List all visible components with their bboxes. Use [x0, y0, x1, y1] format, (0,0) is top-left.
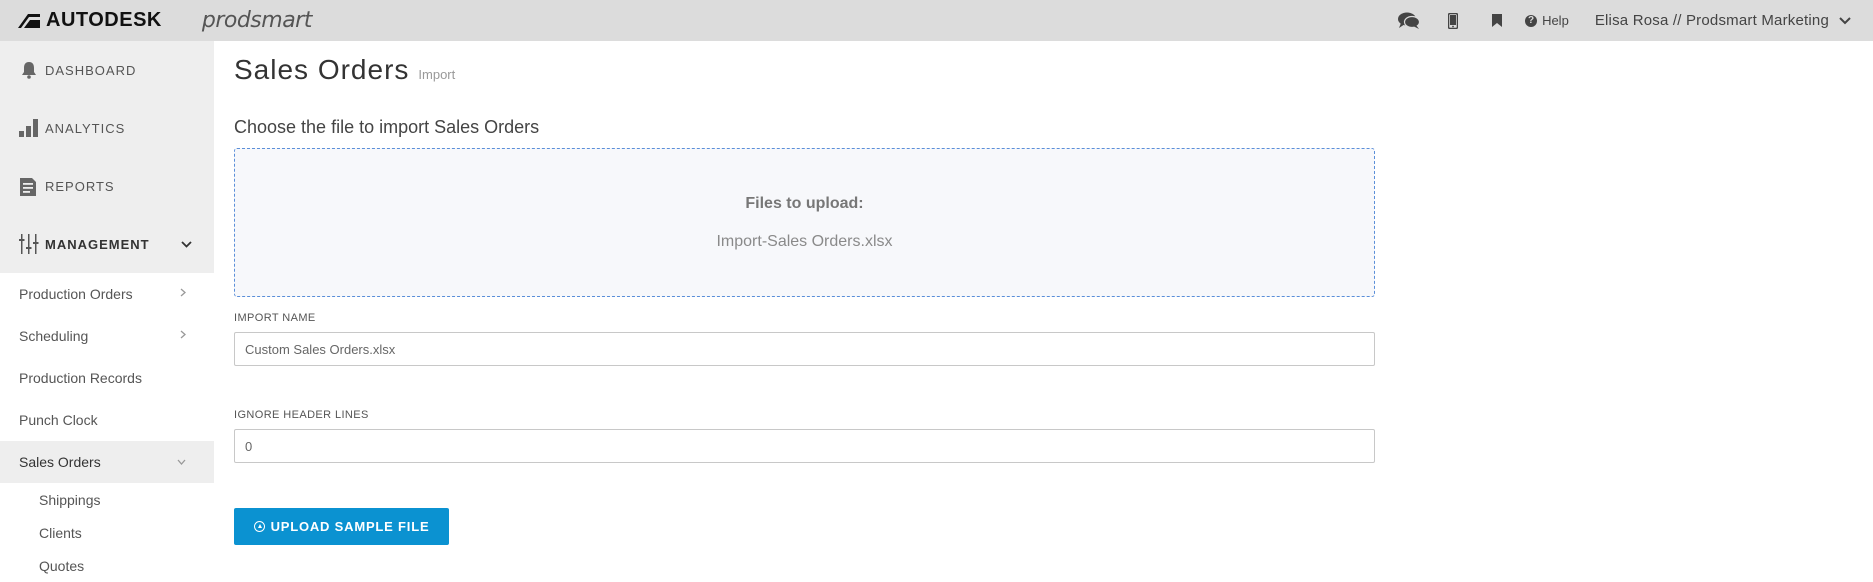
sidebar-item-management[interactable]: MANAGEMENT — [0, 215, 214, 273]
sidebar-item-label: Quotes — [39, 557, 85, 574]
chevron-down-icon — [1839, 12, 1851, 29]
sidebar-item-shippings[interactable]: Shippings — [0, 483, 214, 516]
ignore-header-lines-label: IGNORE HEADER LINES — [234, 409, 369, 421]
sidebar-item-label: MANAGEMENT — [45, 236, 150, 252]
sidebar: DASHBOARD ANALYTICS REPORTS MANAGEMENT P… — [0, 41, 214, 574]
chevron-right-icon — [180, 288, 186, 300]
upload-button-label: UPLOAD SAMPLE FILE — [270, 519, 430, 534]
top-bar: AUTODESK prodsmart ? Help Elisa Rosa // … — [0, 0, 1873, 41]
upload-sample-file-button[interactable]: UPLOAD SAMPLE FILE — [234, 508, 449, 545]
brand-name: AUTODESK — [46, 9, 162, 31]
sidebar-item-dashboard[interactable]: DASHBOARD — [0, 41, 214, 99]
sidebar-item-production-records[interactable]: Production Records — [0, 357, 214, 399]
chevron-right-icon — [180, 330, 186, 342]
sidebar-item-punch-clock[interactable]: Punch Clock — [0, 399, 214, 441]
sidebar-item-label: Production Orders — [19, 286, 133, 302]
bookmark-icon[interactable] — [1475, 0, 1519, 41]
sidebar-item-reports[interactable]: REPORTS — [0, 157, 214, 215]
sidebar-item-sales-orders[interactable]: Sales Orders — [0, 441, 214, 483]
mobile-icon[interactable] — [1431, 0, 1475, 41]
bell-icon — [19, 60, 39, 80]
top-right-menu: ? Help Elisa Rosa // Prodsmart Marketing — [1387, 0, 1851, 41]
sidebar-item-clients[interactable]: Clients — [0, 516, 214, 549]
dropzone-title: Files to upload: — [745, 194, 864, 212]
sidebar-item-label: ANALYTICS — [45, 120, 126, 136]
ignore-header-lines-input[interactable] — [234, 429, 1375, 463]
help-label: Help — [1542, 13, 1569, 28]
bar-chart-icon — [19, 118, 39, 138]
chat-icon[interactable] — [1387, 0, 1431, 41]
help-icon: ? — [1525, 14, 1538, 27]
help-link[interactable]: ? Help — [1525, 13, 1569, 28]
sidebar-item-quotes[interactable]: Quotes — [0, 549, 214, 582]
import-name-input[interactable] — [234, 332, 1375, 366]
upload-icon — [253, 521, 265, 532]
section-title: Choose the file to import Sales Orders — [234, 117, 540, 137]
dropzone-file-name: Import-Sales Orders.xlsx — [716, 232, 893, 250]
sidebar-item-label: Shippings — [39, 491, 101, 508]
chevron-down-icon — [181, 235, 192, 253]
sidebar-item-scheduling[interactable]: Scheduling — [0, 315, 214, 357]
main-content: Sales Orders Import Choose the file to i… — [234, 41, 1375, 545]
sidebar-item-label: Punch Clock — [19, 412, 98, 428]
sidebar-item-label: REPORTS — [45, 178, 115, 194]
product-name[interactable]: prodsmart — [202, 8, 312, 33]
user-menu[interactable]: Elisa Rosa // Prodsmart Marketing — [1595, 12, 1851, 29]
file-dropzone[interactable]: Files to upload: Import-Sales Orders.xls… — [234, 148, 1375, 297]
sidebar-item-production-orders[interactable]: Production Orders — [0, 273, 214, 315]
page-title: Sales Orders — [234, 54, 410, 85]
sidebar-item-label: Scheduling — [19, 328, 89, 344]
import-name-label: IMPORT NAME — [234, 312, 316, 324]
sidebar-item-label: Clients — [39, 524, 82, 541]
page-subtitle: Import — [418, 67, 456, 82]
user-label: Elisa Rosa // Prodsmart Marketing — [1594, 12, 1829, 29]
chevron-down-icon — [177, 456, 186, 468]
page-header: Sales Orders Import — [234, 54, 1375, 86]
sidebar-item-label: Sales Orders — [19, 454, 101, 470]
sidebar-item-label: DASHBOARD — [45, 62, 137, 78]
brand[interactable]: AUTODESK — [18, 9, 162, 32]
document-icon — [19, 176, 39, 196]
sidebar-item-label: Production Records — [19, 370, 142, 386]
autodesk-logo-icon — [18, 13, 40, 28]
sidebar-item-analytics[interactable]: ANALYTICS — [0, 99, 214, 157]
sliders-icon — [19, 234, 39, 254]
